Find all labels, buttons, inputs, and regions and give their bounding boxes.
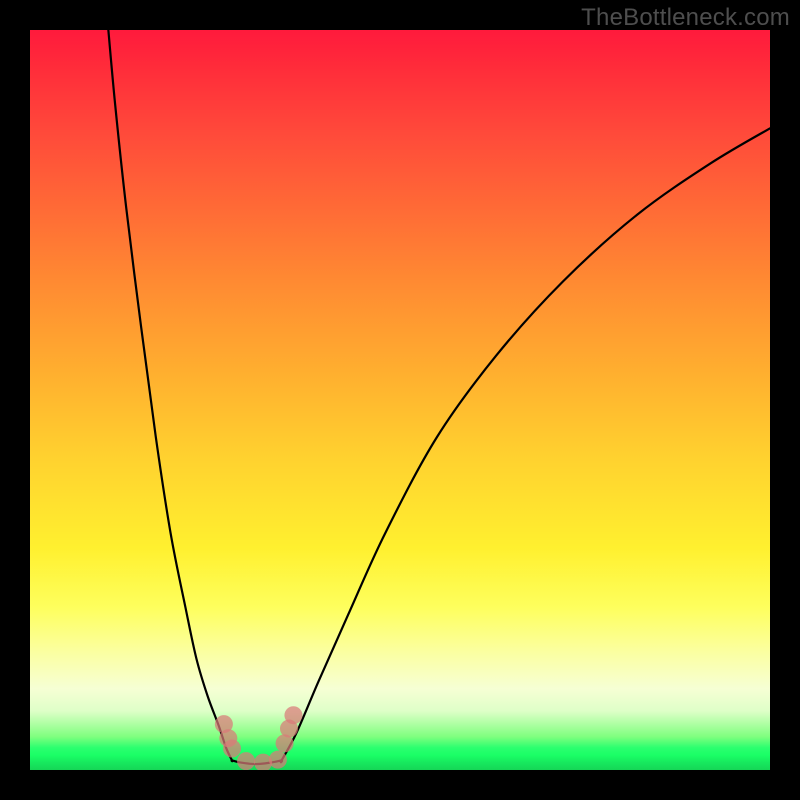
- data-marker: [284, 706, 302, 724]
- data-marker: [223, 740, 241, 758]
- chart-frame: TheBottleneck.com: [0, 0, 800, 800]
- chart-svg: [30, 30, 770, 770]
- data-marker: [237, 752, 255, 770]
- bottleneck-curve: [108, 30, 770, 764]
- data-markers: [215, 706, 303, 770]
- watermark-text: TheBottleneck.com: [581, 4, 790, 32]
- plot-area: [30, 30, 770, 770]
- data-marker: [269, 751, 287, 769]
